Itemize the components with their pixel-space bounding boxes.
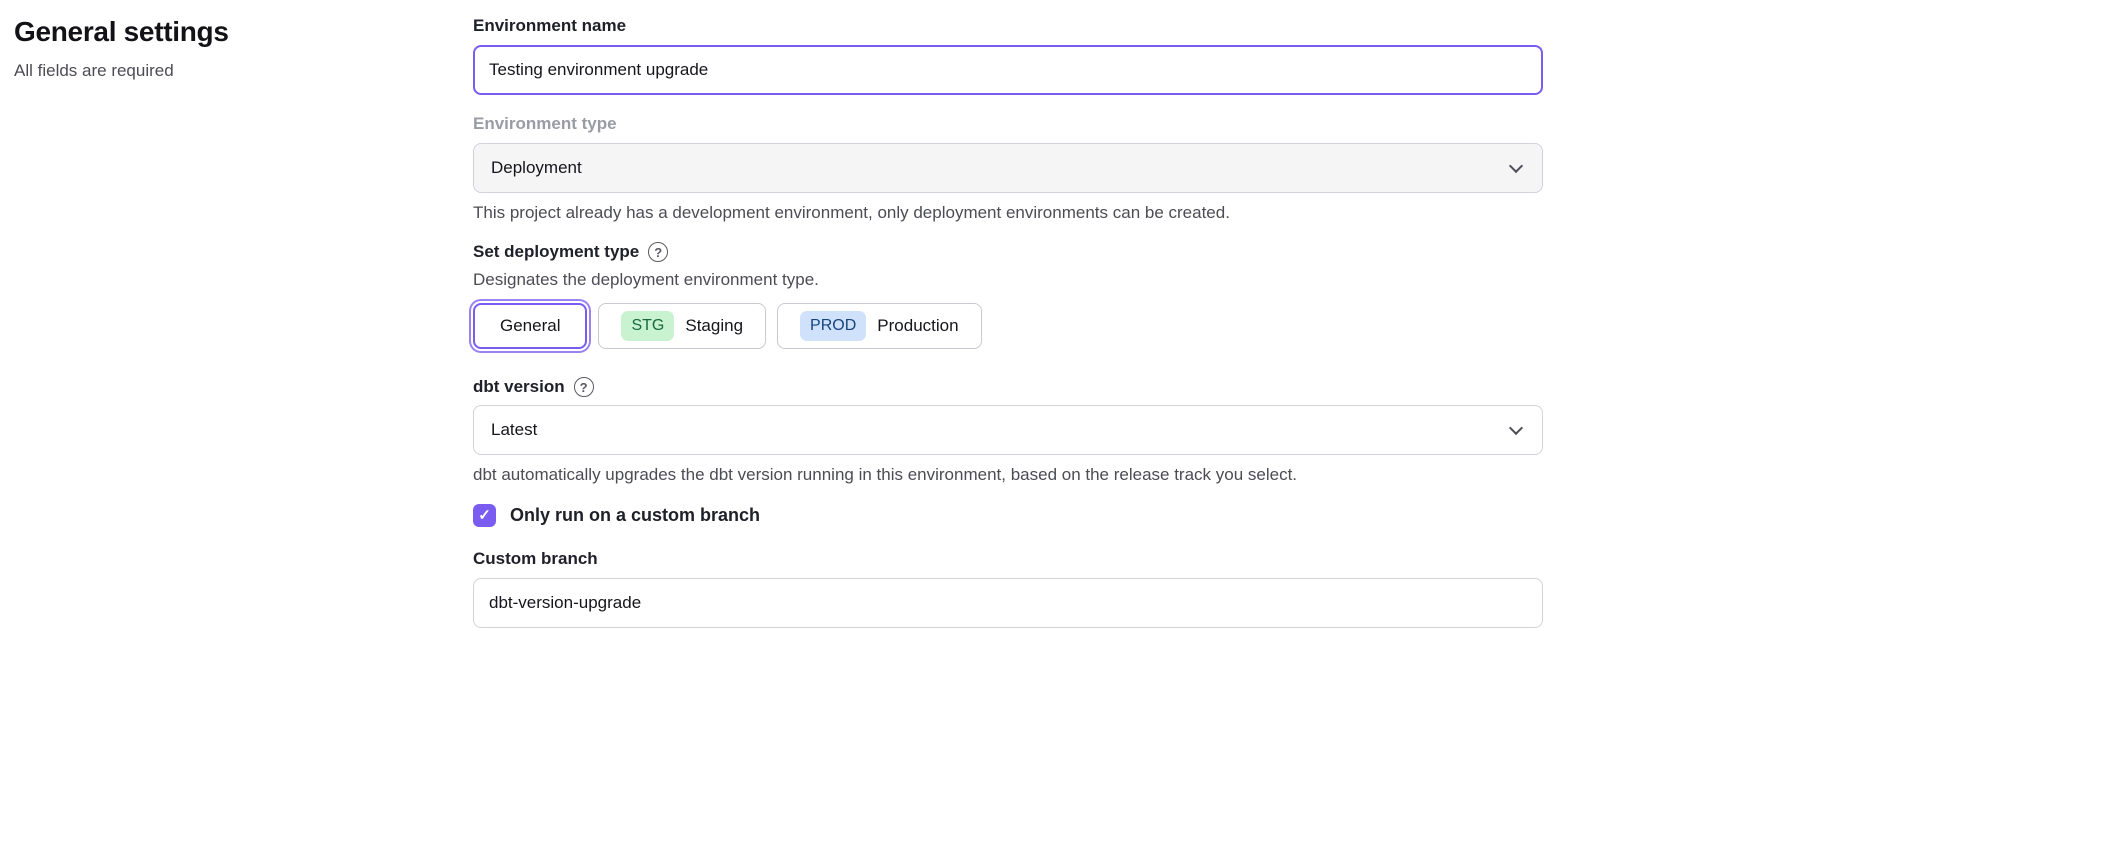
settings-form: Environment name Environment type Deploy…	[473, 16, 1543, 647]
deployment-type-general-button[interactable]: General	[473, 303, 587, 349]
environment-type-select[interactable]: Deployment	[473, 143, 1543, 193]
custom-branch-label: Custom branch	[473, 549, 1543, 569]
deployment-type-staging-button[interactable]: STG Staging	[598, 303, 766, 349]
deployment-type-section: Set deployment type ? Designates the dep…	[473, 242, 1543, 349]
custom-branch-field: Custom branch	[473, 549, 1543, 628]
chevron-down-icon	[1509, 158, 1523, 172]
environment-type-field: Environment type Deployment This project…	[473, 114, 1543, 223]
environment-name-label: Environment name	[473, 16, 1543, 36]
environment-type-helper: This project already has a development e…	[473, 203, 1543, 223]
environment-type-selected-value: Deployment	[491, 158, 1511, 178]
dbt-version-helper: dbt automatically upgrades the dbt versi…	[473, 465, 1543, 485]
deployment-type-title: Set deployment type	[473, 242, 639, 262]
deployment-type-options: General STG Staging PROD Production	[473, 303, 1543, 349]
deployment-type-production-label: Production	[877, 316, 958, 336]
dbt-version-field: dbt version ? Latest dbt automatically u…	[473, 377, 1543, 485]
check-icon: ✓	[478, 508, 491, 523]
environment-name-field: Environment name	[473, 16, 1543, 95]
deployment-type-description: Designates the deployment environment ty…	[473, 270, 1543, 290]
dbt-version-selected-value: Latest	[491, 420, 1511, 440]
dbt-version-heading: dbt version ?	[473, 377, 1543, 397]
custom-branch-toggle-label[interactable]: Only run on a custom branch	[510, 505, 760, 526]
help-icon[interactable]: ?	[574, 377, 594, 397]
deployment-type-general-label: General	[500, 316, 560, 336]
environment-type-label: Environment type	[473, 114, 1543, 134]
custom-branch-checkbox[interactable]: ✓	[473, 504, 496, 527]
deployment-type-staging-label: Staging	[685, 316, 743, 336]
help-icon[interactable]: ?	[648, 242, 668, 262]
page-title: General settings	[14, 16, 473, 48]
dbt-version-select[interactable]: Latest	[473, 405, 1543, 455]
custom-branch-input[interactable]	[473, 578, 1543, 628]
environment-name-input[interactable]	[473, 45, 1543, 95]
custom-branch-toggle-row: ✓ Only run on a custom branch	[473, 504, 1543, 527]
page-subtitle: All fields are required	[14, 61, 473, 81]
settings-header: General settings All fields are required	[14, 16, 473, 81]
environment-settings-page: General settings All fields are required…	[0, 0, 2116, 647]
staging-badge: STG	[621, 311, 674, 340]
deployment-type-production-button[interactable]: PROD Production	[777, 303, 982, 349]
chevron-down-icon	[1509, 420, 1523, 434]
deployment-type-heading: Set deployment type ?	[473, 242, 1543, 262]
dbt-version-title: dbt version	[473, 377, 565, 397]
production-badge: PROD	[800, 311, 866, 340]
